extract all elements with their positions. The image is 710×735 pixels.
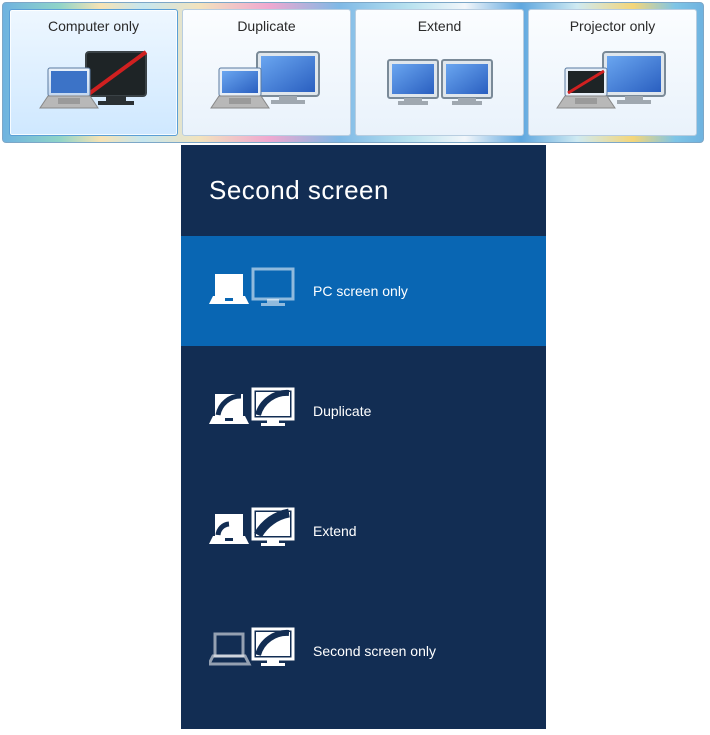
win8-option-second-screen-only[interactable]: Second screen only: [181, 596, 546, 706]
extend-icon: [209, 506, 297, 556]
duplicate-icon: [192, 42, 342, 120]
win8-option-label: Duplicate: [313, 403, 371, 419]
second-screen-only-icon: [209, 626, 297, 676]
win7-option-extend[interactable]: Extend: [355, 9, 524, 136]
win8-option-pc-screen-only[interactable]: PC screen only: [181, 236, 546, 346]
win8-option-label: Second screen only: [313, 643, 436, 659]
duplicate-icon: [209, 386, 297, 436]
win7-option-label: Computer only: [48, 18, 139, 34]
win7-option-label: Duplicate: [237, 18, 295, 34]
win7-option-duplicate[interactable]: Duplicate: [182, 9, 351, 136]
win7-option-projector-only[interactable]: Projector only: [528, 9, 697, 136]
win7-display-switcher: Computer only: [2, 2, 704, 143]
pc-screen-only-icon: [209, 266, 297, 316]
projector-only-icon: [538, 42, 688, 120]
win7-option-label: Projector only: [570, 18, 656, 34]
panel-title: Second screen: [209, 175, 546, 206]
computer-only-icon: [19, 42, 169, 120]
win7-option-label: Extend: [418, 18, 462, 34]
extend-icon: [365, 42, 515, 120]
win8-second-screen-panel: Second screen PC screen only: [181, 145, 546, 729]
win8-option-duplicate[interactable]: Duplicate: [181, 356, 546, 466]
win8-option-extend[interactable]: Extend: [181, 476, 546, 586]
win8-option-label: PC screen only: [313, 283, 408, 299]
win7-option-computer-only[interactable]: Computer only: [9, 9, 178, 136]
win8-option-label: Extend: [313, 523, 357, 539]
